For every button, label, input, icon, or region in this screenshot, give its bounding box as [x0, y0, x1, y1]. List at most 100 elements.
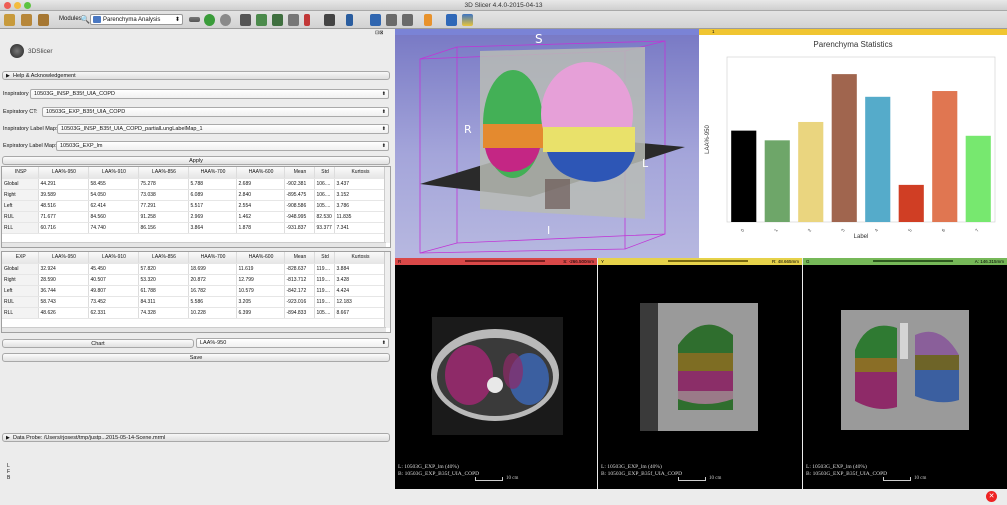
layout-icon[interactable] [324, 14, 335, 26]
insp-col-header[interactable]: INSP [2, 167, 39, 179]
insp-labelmap-selector[interactable]: 10503G_INSP_B35f_UIA_COPD_partialLungLab… [57, 124, 389, 134]
insp-col-header[interactable]: LAA%-856 [138, 167, 189, 179]
close-window-button[interactable] [4, 2, 11, 9]
transforms-icon[interactable] [288, 14, 299, 26]
insp-cell: 62.414 [88, 200, 139, 212]
background-layer-info: B: 10503G_EXP_B35f_UIA_COPD [601, 471, 683, 477]
yellow-slice-controller-bar[interactable]: Y R: 48.665mm [598, 258, 802, 265]
exp-table-row[interactable]: RLL 48.626 62.331 74.328 10.228 6.399 -894.833… [2, 307, 386, 319]
exp-col-header[interactable]: LAA%-910 [88, 252, 139, 264]
exp-labelmap-label: Expiratory Label Map: [3, 143, 57, 149]
inspiratory-ct-selector[interactable]: 10503G_INSP_B35f_UIA_COPD ⬍ [30, 89, 389, 99]
exp-table-row[interactable]: Right 28.590 40.507 53.320 20.872 12.799 -813.… [2, 274, 386, 286]
exp-table-hscrollbar[interactable] [2, 327, 386, 332]
help-collapsible[interactable]: ▶ Help & Acknowledgement [2, 71, 390, 80]
insp-table-row[interactable]: RLL 60.716 74.740 86.156 3.864 1.878 -931.837 9… [2, 222, 386, 234]
module-selector[interactable]: Parenchyma Analysis ⬍ [90, 14, 183, 25]
forward-icon[interactable] [220, 14, 231, 26]
parenchyma-chart: Parenchyma Statistics 0 1 2 3 4 5 6 7 Label LAA%-9… [705, 40, 996, 240]
insp-cell: 82.530 [314, 211, 335, 223]
exp-col-header[interactable]: Kurtosis [334, 252, 386, 264]
exp-cell: 6.399 [236, 307, 285, 319]
save-icon[interactable] [38, 14, 49, 26]
exp-col-header[interactable]: HAA%-600 [236, 252, 285, 264]
red-slice-view[interactable]: R S: -266.500mm L: 10503G_EXP_lm (40%) B… [395, 258, 597, 489]
load-data-icon[interactable] [4, 14, 15, 26]
insp-col-header[interactable]: LAA%-910 [88, 167, 139, 179]
red-slice-controller-bar[interactable]: R S: -266.500mm [395, 258, 597, 265]
insp-col-header[interactable]: LAA%-950 [38, 167, 89, 179]
green-slice-slider[interactable] [873, 260, 953, 262]
scale-label: 10 cm [914, 476, 927, 481]
green-slice-view[interactable]: G A: 146.315mm L: 10503G_EXP_lm (40%) B:… [803, 258, 1007, 489]
dock-float-icon[interactable]: ⊡⊠ [375, 30, 383, 36]
x-tick-label: 6 [941, 227, 947, 232]
save-button[interactable]: Save [2, 353, 390, 362]
python-console-icon[interactable] [462, 14, 473, 26]
insp-col-header[interactable]: Kurtosis [334, 167, 386, 179]
x-tick-label: 7 [974, 227, 980, 232]
exp-cell: 36.744 [38, 285, 89, 297]
insp-table-row[interactable]: Right 39.589 54.050 73.038 6.089 2.840 -895.47… [2, 189, 386, 201]
exp-labelmap-selector[interactable]: 10503G_EXP_lm ⬍ [56, 141, 389, 151]
exp-col-header[interactable]: Mean [284, 252, 315, 264]
insp-col-header[interactable]: Std [314, 167, 335, 179]
orient-left: L [642, 157, 649, 170]
exp-col-header[interactable]: EXP [2, 252, 39, 264]
insp-col-header[interactable]: HAA%-600 [236, 167, 285, 179]
exp-cell: 12.799 [236, 274, 285, 286]
chart-stat-selector[interactable]: LAA%-950 ⬍ [196, 338, 389, 348]
models-icon[interactable] [272, 14, 283, 26]
exp-cell: 58.743 [38, 296, 89, 308]
insp-col-header[interactable]: Mean [284, 167, 315, 179]
apply-button[interactable]: Apply [2, 156, 390, 165]
chart-view[interactable]: 1 Parenchyma Statistics 0 1 2 3 4 5 6 7 Label LAA%… [699, 29, 1007, 258]
green-slice-controller-bar[interactable]: G A: 146.315mm [803, 258, 1007, 265]
exp-col-header[interactable]: HAA%-700 [188, 252, 237, 264]
3d-view[interactable]: S R L I [395, 29, 699, 258]
yellow-slice-view[interactable]: Y R: 48.665mm L: 10503G_EXP_lm (40%) B: … [598, 258, 802, 489]
fiducial-icon[interactable] [424, 14, 432, 26]
data-icon[interactable] [240, 14, 251, 26]
module-icon [93, 16, 101, 23]
insp-col-header[interactable]: HAA%-700 [188, 167, 237, 179]
exp-col-header[interactable]: LAA%-856 [138, 252, 189, 264]
error-log-icon[interactable]: ✕ [986, 491, 997, 502]
load-dicom-icon[interactable] [21, 14, 32, 26]
exp-table-row[interactable]: Left 36.744 49.807 61.788 16.782 10.579 -842.1… [2, 285, 386, 297]
exp-table-row[interactable]: RUL 58.743 73.452 84.311 5.586 3.205 -923.016 1… [2, 296, 386, 308]
insp-cell: -931.837 [284, 222, 315, 234]
insp-row-label: Left [2, 200, 39, 212]
exp-row-label: RUL [2, 296, 39, 308]
extension-manager-icon[interactable] [446, 14, 457, 26]
zoom-window-button[interactable] [24, 2, 31, 9]
mouse-mode-icon[interactable] [386, 14, 397, 26]
exp-col-header[interactable]: Std [314, 252, 335, 264]
volumes-icon[interactable] [256, 14, 267, 26]
insp-stats-table: INSP LAA%-950 LAA%-910 LAA%-856 HAA%-700 HAA%… [1, 166, 391, 248]
insp-table-row[interactable]: Left 48.516 62.414 77.291 5.517 2.554 -908.586… [2, 200, 386, 212]
insp-table-hscrollbar[interactable] [2, 242, 386, 247]
yellow-slice-slider[interactable] [668, 260, 748, 262]
slice-letter: G [806, 259, 810, 264]
exp-col-header[interactable]: LAA%-950 [38, 252, 89, 264]
insp-table-row[interactable]: RUL 71.677 84.560 91.258 2.969 1.462 -948.995 8… [2, 211, 386, 223]
minimize-window-button[interactable] [14, 2, 21, 9]
exp-table-vscrollbar[interactable] [384, 252, 390, 328]
editor-icon[interactable] [304, 14, 310, 26]
screenshot-icon[interactable] [370, 14, 381, 26]
insp-cell: 1.878 [236, 222, 285, 234]
module-history-icon[interactable] [189, 17, 200, 22]
data-probe-collapsible[interactable]: ▶ Data Probe: /Users/rjosest/tmp/justp..… [2, 433, 390, 442]
insp-table-vscrollbar[interactable] [384, 167, 390, 243]
chart-button[interactable]: Chart [2, 339, 194, 348]
place-mode-icon[interactable] [402, 14, 413, 26]
red-slice-slider[interactable] [465, 260, 545, 262]
module-search-icon[interactable]: 🔍 [80, 15, 90, 24]
exp-table-row[interactable]: Global 32.924 45.450 57.820 18.699 11.619 -828… [2, 263, 386, 275]
insp-table-row[interactable]: Global 44.291 58.455 75.278 5.788 2.689 -902.3… [2, 178, 386, 190]
insp-cell: 6.089 [188, 189, 237, 201]
expiratory-ct-selector[interactable]: 10503G_EXP_B35f_UIA_COPD ⬍ [42, 107, 389, 117]
back-icon[interactable] [204, 14, 215, 26]
crosshair-icon[interactable] [346, 14, 353, 26]
